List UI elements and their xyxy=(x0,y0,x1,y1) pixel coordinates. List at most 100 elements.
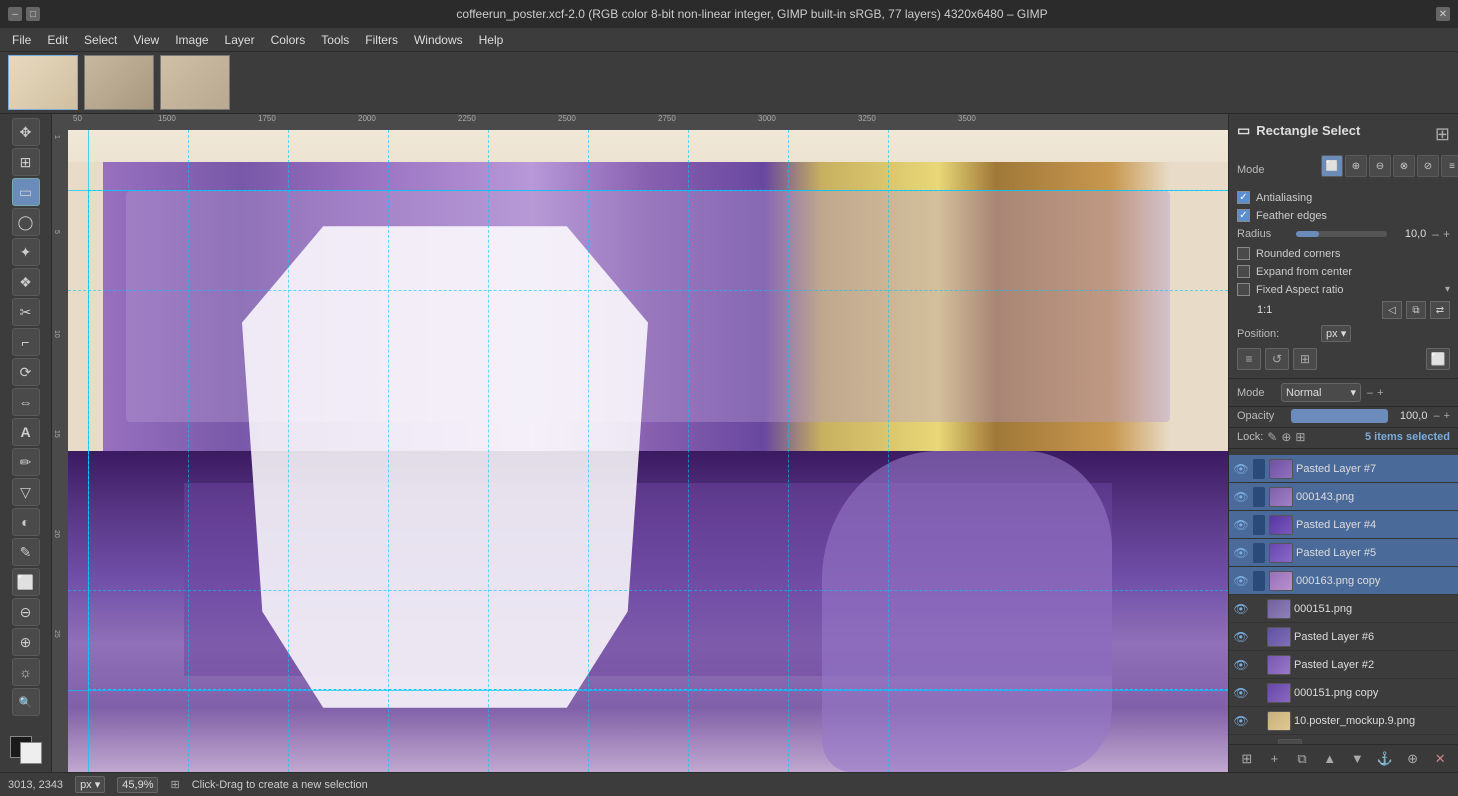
fixed-aspect-ratio-option[interactable]: Fixed Aspect ratio ▾ xyxy=(1237,283,1450,296)
layer-item-000143[interactable]: 👁 000143.png xyxy=(1229,483,1458,511)
menu-tools[interactable]: Tools xyxy=(313,31,357,49)
fixed-aspect-checkbox[interactable] xyxy=(1237,283,1250,296)
dodge-button[interactable]: ☼ xyxy=(12,658,40,686)
mode-plus-btn[interactable]: + xyxy=(1377,387,1383,399)
layer-item-000163copy[interactable]: 👁 000163.png copy xyxy=(1229,567,1458,595)
antialiasing-checkbox[interactable]: ✓ xyxy=(1237,191,1250,204)
close-button[interactable]: ✕ xyxy=(1436,7,1450,21)
rounded-corners-option[interactable]: Rounded corners xyxy=(1237,247,1450,260)
menu-colors[interactable]: Colors xyxy=(263,31,314,49)
menu-filters[interactable]: Filters xyxy=(357,31,406,49)
antialiasing-option[interactable]: ✓ Antialiasing xyxy=(1237,191,1450,204)
position-unit-select[interactable]: px ▾ xyxy=(1321,325,1351,342)
mode-add-button[interactable]: ⊕ xyxy=(1345,155,1367,177)
layer-visibility-pasted2[interactable]: 👁 xyxy=(1233,657,1249,673)
radius-slider[interactable] xyxy=(1296,231,1387,237)
feather-edges-option[interactable]: ✓ Feather edges xyxy=(1237,209,1450,222)
color-select-button[interactable]: ✂ xyxy=(12,298,40,326)
blend-button[interactable]: ◐ xyxy=(12,508,40,536)
opacity-slider[interactable] xyxy=(1291,409,1388,423)
aspect-swap-btn[interactable]: ⇄ xyxy=(1430,301,1450,319)
merge-layer-button[interactable]: ⊕ xyxy=(1402,748,1424,770)
action-btn2[interactable]: ↺ xyxy=(1265,348,1289,370)
layer-down-button[interactable]: ▼ xyxy=(1346,748,1368,770)
layer-item-10poster[interactable]: 👁 10.poster_mockup.9.png xyxy=(1229,707,1458,735)
layer-visibility-pasted6[interactable]: 👁 xyxy=(1233,629,1249,645)
mode-btn5[interactable]: ⊘ xyxy=(1417,155,1439,177)
free-select-button[interactable]: ✦ xyxy=(12,238,40,266)
mode-btn6[interactable]: ≡ xyxy=(1441,155,1458,177)
layer-item-pasted2[interactable]: 👁 Pasted Layer #2 xyxy=(1229,651,1458,679)
minimize-button[interactable]: – xyxy=(8,7,22,21)
layer-item-pasted4[interactable]: 👁 Pasted Layer #4 xyxy=(1229,511,1458,539)
zoom-fit-button[interactable]: ⊞ xyxy=(170,778,179,791)
opacity-minus-btn[interactable]: – xyxy=(1433,410,1439,422)
panel-expand-icon[interactable]: ⊞ xyxy=(1435,124,1450,145)
maximize-button[interactable]: □ xyxy=(26,7,40,21)
expand-from-center-option[interactable]: Expand from center xyxy=(1237,265,1450,278)
zoom-select[interactable]: 45,9% xyxy=(117,777,158,793)
layer-visibility-000151[interactable]: 👁 xyxy=(1233,601,1249,617)
aspect-back-btn[interactable]: ◁ xyxy=(1382,301,1402,319)
layer-item-pasted7[interactable]: 👁 Pasted Layer #7 xyxy=(1229,455,1458,483)
action-btn1[interactable]: ≡ xyxy=(1237,348,1261,370)
feather-edges-checkbox[interactable]: ✓ xyxy=(1237,209,1250,222)
canvas-area[interactable]: 50 1500 1750 2000 2250 2500 2750 3000 32… xyxy=(52,114,1228,772)
menu-windows[interactable]: Windows xyxy=(406,31,471,49)
new-layer-button[interactable]: + xyxy=(1263,748,1285,770)
align-tool-button[interactable]: ⊞ xyxy=(12,148,40,176)
clone-button[interactable]: ⊖ xyxy=(12,598,40,626)
menu-view[interactable]: View xyxy=(125,31,167,49)
lock-pixels-icon[interactable]: ✎ xyxy=(1267,430,1277,444)
rounded-corners-checkbox[interactable] xyxy=(1237,247,1250,260)
mode-intersect-button[interactable]: ⊗ xyxy=(1393,155,1415,177)
crop-button[interactable]: ⌐ xyxy=(12,328,40,356)
rectangle-select-button[interactable]: ▭ xyxy=(12,178,40,206)
background-color-swatch[interactable] xyxy=(20,742,42,764)
menu-select[interactable]: Select xyxy=(76,31,125,49)
layer-item-pasted6[interactable]: 👁 Pasted Layer #6 xyxy=(1229,623,1458,651)
mode-subtract-button[interactable]: ⊖ xyxy=(1369,155,1391,177)
layer-visibility-10poster[interactable]: 👁 xyxy=(1233,713,1249,729)
layer-up-button[interactable]: ▲ xyxy=(1319,748,1341,770)
layer-visibility-000143[interactable]: 👁 xyxy=(1233,489,1249,505)
lock-position-icon[interactable]: ⊕ xyxy=(1281,430,1291,444)
anchor-layer-button[interactable]: ⚓ xyxy=(1374,748,1396,770)
layer-item-000151[interactable]: 👁 000151.png xyxy=(1229,595,1458,623)
fuzzy-select-button[interactable]: ❖ xyxy=(12,268,40,296)
flip-button[interactable]: ⇔ xyxy=(12,388,40,416)
text-button[interactable]: A xyxy=(12,418,40,446)
coordinate-unit-select[interactable]: px ▾ xyxy=(75,776,105,793)
new-layer-group-button[interactable]: ⊞ xyxy=(1236,748,1258,770)
canvas-content[interactable] xyxy=(68,130,1228,772)
layer-item-000151copy[interactable]: 👁 000151.png copy xyxy=(1229,679,1458,707)
mode-replace-button[interactable]: ⬜ xyxy=(1321,155,1343,177)
expand-center-checkbox[interactable] xyxy=(1237,265,1250,278)
action-btn4[interactable]: ⬜ xyxy=(1426,348,1450,370)
radius-plus-btn[interactable]: + xyxy=(1443,227,1450,241)
ellipse-select-button[interactable]: ◯ xyxy=(12,208,40,236)
lock-alpha-icon[interactable]: ⊞ xyxy=(1295,430,1305,444)
paint-button[interactable]: ✏ xyxy=(12,448,40,476)
transform-button[interactable]: ⟳ xyxy=(12,358,40,386)
bucket-fill-button[interactable]: ▽ xyxy=(12,478,40,506)
menu-help[interactable]: Help xyxy=(471,31,512,49)
mode-minus-btn[interactable]: – xyxy=(1367,387,1373,399)
menu-edit[interactable]: Edit xyxy=(39,31,76,49)
menu-file[interactable]: File xyxy=(4,31,39,49)
pencil-button[interactable]: ✎ xyxy=(12,538,40,566)
delete-layer-button[interactable]: ✕ xyxy=(1429,748,1451,770)
radius-minus-btn[interactable]: – xyxy=(1432,227,1439,241)
layer-visibility-000163copy[interactable]: 👁 xyxy=(1233,573,1249,589)
image-tab-1[interactable] xyxy=(8,55,78,110)
action-btn3[interactable]: ⊞ xyxy=(1293,348,1317,370)
layer-visibility-pasted7[interactable]: 👁 xyxy=(1233,461,1249,477)
menu-image[interactable]: Image xyxy=(167,31,216,49)
layer-visibility-pasted5[interactable]: 👁 xyxy=(1233,545,1249,561)
layer-item-pasted5[interactable]: 👁 Pasted Layer #5 xyxy=(1229,539,1458,567)
layer-visibility-000151copy[interactable]: 👁 xyxy=(1233,685,1249,701)
opacity-plus-btn[interactable]: + xyxy=(1444,410,1450,422)
layer-visibility-pasted4[interactable]: 👁 xyxy=(1233,517,1249,533)
menu-layer[interactable]: Layer xyxy=(217,31,263,49)
eraser-button[interactable]: ⬜ xyxy=(12,568,40,596)
